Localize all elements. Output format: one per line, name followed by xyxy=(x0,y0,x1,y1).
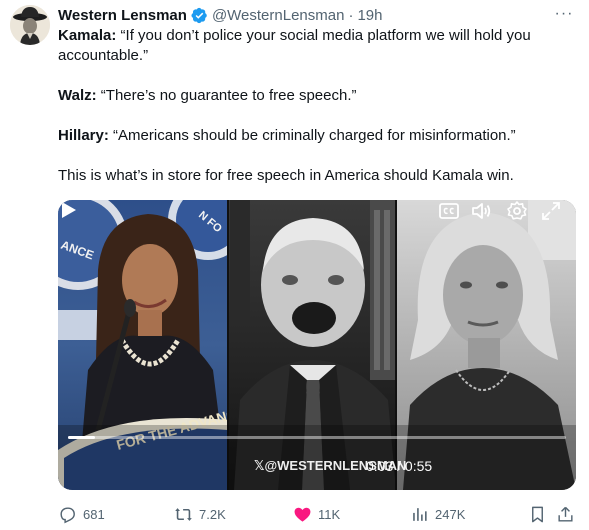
quote-text-hillary: “Americans should be criminally charged … xyxy=(113,127,516,144)
quote-hillary: Hillary: “Americans should be criminally… xyxy=(58,126,578,146)
fullscreen-icon[interactable] xyxy=(540,200,562,222)
views-count: 247K xyxy=(435,506,466,522)
quote-text-walz: “There’s no guarantee to free speech.” xyxy=(100,87,357,104)
tweet-header: Western Lensman @WesternLensman · 19h xyxy=(58,5,549,25)
like-button[interactable]: 11K xyxy=(293,503,340,525)
play-icon[interactable] xyxy=(58,200,78,220)
heart-icon xyxy=(294,507,311,522)
share-icon xyxy=(558,506,573,522)
video-timecode: 0:03 / 0:55 xyxy=(366,458,433,474)
views-chart-icon xyxy=(413,507,427,521)
video-player[interactable]: FOR THE ADVANCE ANCE N FO 𝕏@WESTERNLENSM… xyxy=(58,200,576,490)
reply-count: 681 xyxy=(83,506,105,522)
speaker-hillary: Hillary: xyxy=(58,127,109,144)
repost-icon xyxy=(175,507,192,521)
tweet-actions: 681 7.2K 11K 247K xyxy=(58,503,578,525)
more-options-icon[interactable]: ··· xyxy=(553,4,575,24)
volume-icon[interactable] xyxy=(470,200,492,222)
closing-line: This is what’s in store for free speech … xyxy=(58,167,514,184)
verified-badge-icon xyxy=(191,7,207,23)
tweet[interactable]: Western Lensman @WesternLensman · 19h ··… xyxy=(0,0,589,530)
reply-icon xyxy=(60,506,75,523)
author-name[interactable]: Western Lensman xyxy=(58,7,187,24)
settings-gear-icon[interactable] xyxy=(506,200,528,222)
bookmark-button[interactable] xyxy=(528,503,547,525)
quote-kamala: Kamala: “If you don’t police your social… xyxy=(58,26,578,66)
author-avatar[interactable] xyxy=(10,5,50,45)
tweet-text: Kamala: “If you don’t police your social… xyxy=(58,26,578,186)
quote-text-kamala: “If you don’t police your social media p… xyxy=(58,27,531,64)
separator-dot: · xyxy=(348,6,354,24)
share-button[interactable] xyxy=(556,503,575,525)
like-count: 11K xyxy=(318,506,341,522)
captions-icon[interactable] xyxy=(438,200,460,222)
tweet-time[interactable]: 19h xyxy=(357,7,382,24)
reply-button[interactable]: 681 xyxy=(58,503,105,525)
views-button[interactable]: 247K xyxy=(410,503,465,525)
quote-walz: Walz: “There’s no guarantee to free spee… xyxy=(58,86,578,106)
speaker-kamala: Kamala: xyxy=(58,27,117,44)
video-progress-fill xyxy=(68,436,96,439)
bookmark-icon xyxy=(532,506,543,522)
speaker-walz: Walz: xyxy=(58,87,97,104)
x-logo-icon: 𝕏 xyxy=(254,458,265,473)
video-controls: 𝕏@WESTERNLENSMAN 0:03 / 0:55 xyxy=(58,200,576,490)
repost-count: 7.2K xyxy=(199,506,226,522)
repost-button[interactable]: 7.2K xyxy=(174,503,226,525)
video-progress-bar[interactable] xyxy=(68,436,566,439)
author-handle[interactable]: @WesternLensman xyxy=(212,7,345,24)
avatar-cowboy-hat-icon xyxy=(10,5,50,45)
